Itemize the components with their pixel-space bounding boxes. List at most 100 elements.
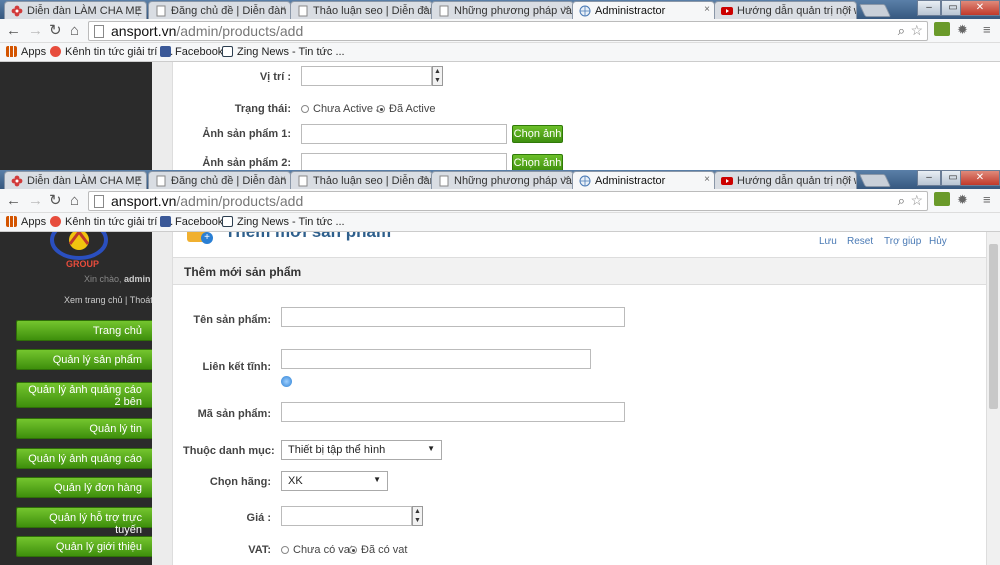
help-link[interactable]: Trợ giúp [884, 236, 921, 247]
bookmark-kenh-tin-tuc[interactable]: Kênh tin tức giải trí -... [50, 216, 173, 228]
close-window-button[interactable]: ✕ [960, 0, 1000, 16]
new-tab-button[interactable] [858, 4, 892, 17]
close-icon[interactable]: × [136, 4, 142, 15]
close-icon[interactable]: × [563, 174, 569, 185]
menu-quan-ly-ho-tro[interactable]: Quản lý hỗ trợ trực tuyến [16, 507, 152, 536]
sidebar-top [0, 62, 152, 170]
reload-icon[interactable]: ↻ [49, 192, 62, 210]
bookmark-zing-news[interactable]: Zing News - Tin tức ... [222, 46, 345, 58]
ma-san-pham-input[interactable] [281, 402, 625, 422]
tab-dang-chu-de[interactable]: Đăng chủ đề | Diễn đàn SEO× [148, 1, 291, 19]
choose-image-2-button[interactable]: Chọn ảnh [512, 154, 563, 170]
close-icon[interactable]: × [704, 4, 710, 15]
star-icon[interactable]: ☆ [910, 22, 923, 39]
extension-badge-icon[interactable] [934, 192, 950, 206]
search-icon[interactable]: ⌕ [898, 193, 905, 209]
tab-lam-cha-me[interactable]: Diễn đàn LÀM CHA MẸ × [4, 1, 147, 19]
view-home-link[interactable]: Xem trang chủ [64, 295, 123, 305]
tab-lam-cha-me[interactable]: Diễn đàn LÀM CHA MẸ × [4, 171, 147, 189]
url-path: /admin/products/add [176, 23, 304, 39]
menu-icon[interactable]: ≡ [983, 22, 991, 37]
tab-phuong-phap[interactable]: Những phương pháp và thủ× [431, 1, 574, 19]
tab-huong-dan[interactable]: Hướng dẫn quản trị nội w × [714, 1, 857, 19]
logout-link[interactable]: Thoát [130, 295, 153, 305]
star-icon[interactable]: ☆ [910, 192, 923, 209]
minimize-button[interactable]: – [917, 170, 941, 186]
save-link[interactable]: Lưu [819, 236, 837, 247]
radio-icon [301, 105, 309, 113]
back-arrow-icon[interactable]: ← [6, 22, 21, 40]
trangthai-label: Trạng thái: [234, 103, 291, 115]
extension-badge-icon[interactable] [934, 22, 950, 36]
close-icon[interactable]: × [846, 4, 852, 15]
menu-quan-ly-san-pham[interactable]: Quản lý sản phẩm [16, 349, 152, 370]
vitri-input[interactable] [301, 66, 432, 86]
minimize-button[interactable]: – [917, 0, 941, 16]
tab-dang-chu-de[interactable]: Đăng chủ đề | Diễn đàn SEO× [148, 171, 291, 189]
tab-thao-luan-seo[interactable]: Thảo luận seo | Diễn đàn SEO× [290, 1, 433, 19]
scrollbar[interactable] [986, 232, 1000, 565]
tab-huong-dan[interactable]: Hướng dẫn quản trị nội w × [714, 171, 857, 189]
forward-arrow-icon[interactable]: → [28, 22, 43, 40]
tab-administractor[interactable]: Administractor × [572, 1, 715, 19]
close-icon[interactable]: × [422, 174, 428, 185]
cancel-link[interactable]: Hủy [929, 236, 947, 247]
menu-icon[interactable]: ≡ [983, 192, 991, 207]
vat-no-radio[interactable]: Chưa có vat [281, 544, 353, 556]
tab-phuong-phap[interactable]: Những phương pháp và thủ× [431, 171, 574, 189]
status-inactive-radio[interactable]: Chưa Active a [301, 103, 382, 115]
gear-icon[interactable]: ✹ [957, 22, 968, 38]
tab-label: Đăng chủ đề | Diễn đàn SEO [171, 175, 290, 187]
anh1-input[interactable] [301, 124, 507, 144]
address-bar[interactable]: ansport.vn/admin/products/add ⌕ ☆ [88, 191, 928, 211]
ten-san-pham-input[interactable] [281, 307, 625, 327]
menu-quan-ly-anh-quang-cao[interactable]: Quản lý ảnh quảng cáo [16, 448, 152, 469]
close-icon[interactable]: × [136, 174, 142, 185]
menu-quan-ly-tin[interactable]: Quản lý tin [16, 418, 152, 439]
chon-hang-select[interactable]: XK ▼ [281, 471, 388, 491]
tab-administractor[interactable]: Administractor × [572, 171, 715, 189]
search-icon[interactable]: ⌕ [898, 23, 905, 39]
close-window-button[interactable]: ✕ [960, 170, 1000, 186]
menu-quan-ly-anh-quang-cao-2-ben[interactable]: Quản lý ảnh quảng cáo 2 bên [16, 382, 152, 408]
close-icon[interactable]: × [704, 174, 710, 185]
close-icon[interactable]: × [563, 4, 569, 15]
menu-quan-ly-gioi-thieu[interactable]: Quản lý giới thiệu [16, 536, 152, 557]
vat-yes-radio[interactable]: Đã có vat [349, 544, 407, 556]
page-icon [439, 5, 449, 17]
status-active-radio[interactable]: Đã Active [377, 103, 435, 115]
refresh-icon[interactable] [281, 376, 292, 387]
menu-quan-ly-don-hang[interactable]: Quản lý đơn hàng [16, 477, 152, 498]
bookmark-facebook[interactable]: Facebook [160, 216, 223, 228]
choose-image-1-button[interactable]: Chọn ảnh [512, 125, 563, 143]
address-bar[interactable]: ansport.vn/admin/products/add ⌕ ☆ [88, 21, 928, 41]
reset-link[interactable]: Reset [847, 236, 873, 247]
anh2-input[interactable] [301, 153, 507, 170]
apps-grid-icon [6, 216, 17, 227]
bookmark-facebook[interactable]: Facebook [160, 46, 223, 58]
bookmark-zing-news[interactable]: Zing News - Tin tức ... [222, 216, 345, 228]
bookmark-apps[interactable]: Apps [6, 216, 46, 228]
vitri-spinner[interactable]: ▲ ▼ [432, 66, 443, 86]
home-icon[interactable]: ⌂ [70, 22, 79, 40]
bookmark-apps[interactable]: Apps [6, 46, 46, 58]
new-tab-button[interactable] [858, 174, 892, 187]
bookmark-kenh-tin-tuc[interactable]: Kênh tin tức giải trí -... [50, 46, 173, 58]
close-icon[interactable]: × [280, 4, 286, 15]
gia-spinner[interactable]: ▲ ▼ [412, 506, 423, 526]
reload-icon[interactable]: ↻ [49, 22, 62, 40]
close-icon[interactable]: × [846, 174, 852, 185]
close-icon[interactable]: × [280, 174, 286, 185]
scrollbar-thumb[interactable] [989, 244, 998, 409]
tab-thao-luan-seo[interactable]: Thảo luận seo | Diễn đàn SEO× [290, 171, 433, 189]
menu-trang-chu[interactable]: Trang chủ [16, 320, 152, 341]
home-icon[interactable]: ⌂ [70, 192, 79, 210]
tab-label: Diễn đàn LÀM CHA MẸ [27, 175, 142, 187]
lien-ket-tinh-input[interactable] [281, 349, 591, 369]
back-arrow-icon[interactable]: ← [6, 192, 21, 210]
close-icon[interactable]: × [422, 4, 428, 15]
danh-muc-select[interactable]: Thiết bị tập thể hình ▼ [281, 440, 442, 460]
gia-input[interactable] [281, 506, 412, 526]
forward-arrow-icon[interactable]: → [28, 192, 43, 210]
gear-icon[interactable]: ✹ [957, 192, 968, 208]
